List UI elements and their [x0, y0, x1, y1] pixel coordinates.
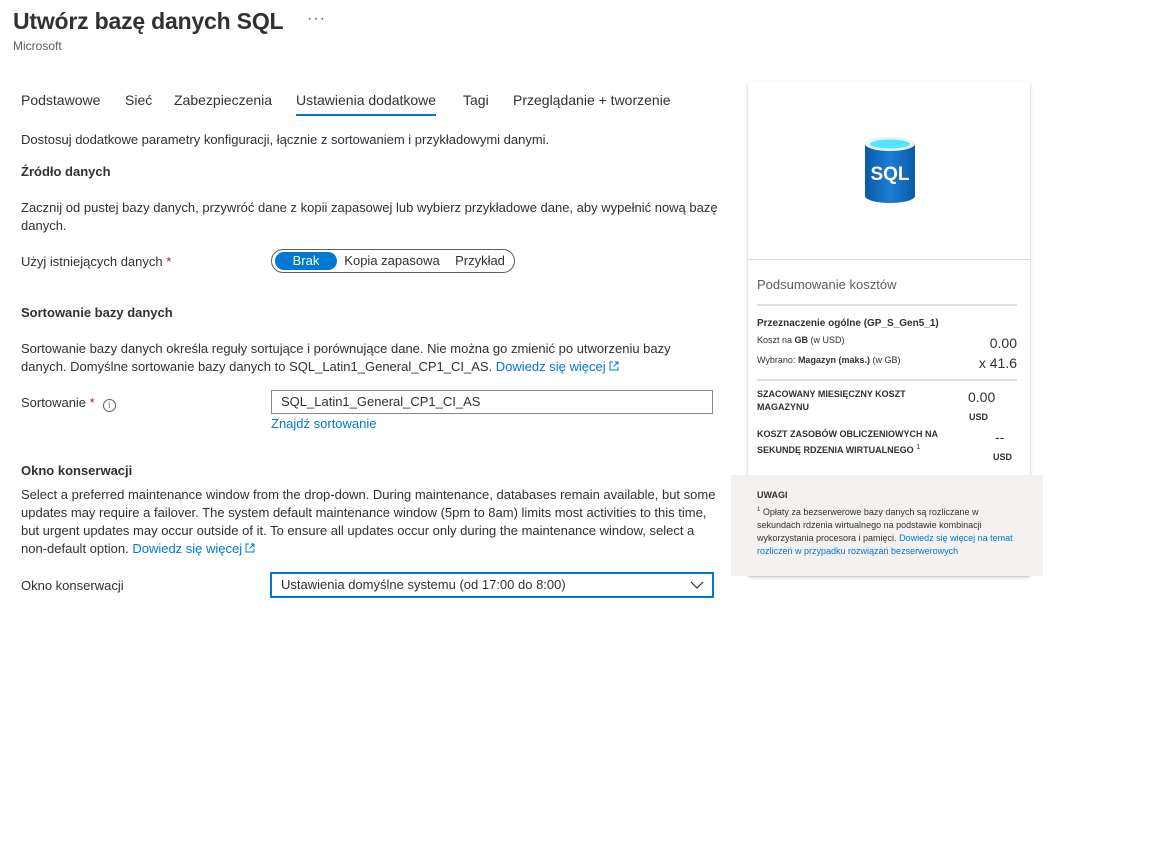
- sql-database-icon: SQL: [865, 137, 915, 203]
- selected-pre: Wybrano:: [757, 355, 798, 365]
- tab-networking[interactable]: Sieć: [125, 92, 152, 114]
- tab-security[interactable]: Zabezpieczenia: [174, 92, 272, 114]
- data-source-description: Zacznij od pustej bazy danych, przywróć …: [21, 200, 718, 233]
- panel-logo-area: SQL: [748, 82, 1030, 260]
- external-link-icon: [609, 361, 619, 371]
- compute-cost-label-text: KOSZT ZASOBÓW OBLICZENIOWYCH NA SEKUNDĘ …: [757, 429, 938, 455]
- cost-per-gb-pre: Koszt na: [757, 335, 795, 345]
- divider: [757, 379, 1017, 381]
- collation-description: Sortowanie bazy danych określa reguły so…: [21, 340, 701, 376]
- compute-footnote-mark: 1: [916, 444, 921, 451]
- tab-review-create[interactable]: Przeglądanie + tworzenie: [513, 92, 671, 114]
- maintenance-window-value: Ustawienia domyślne systemu (od 17:00 do…: [281, 577, 566, 592]
- existing-data-selector: Brak Kopia zapasowa Przykład: [271, 249, 515, 273]
- cost-per-gb-value: 0.00: [989, 335, 1017, 351]
- collation-input[interactable]: SQL_Latin1_General_CP1_CI_AS: [271, 390, 713, 414]
- required-mark: *: [89, 395, 95, 410]
- option-none[interactable]: Brak: [275, 252, 337, 270]
- compute-cost-label: KOSZT ZASOBÓW OBLICZENIOWYCH NA SEKUNDĘ …: [757, 428, 962, 457]
- cost-summary-title: Podsumowanie kosztów: [757, 277, 897, 292]
- tab-tags[interactable]: Tagi: [463, 92, 489, 114]
- collation-learn-more-link[interactable]: Dowiedz się więcej: [496, 359, 619, 374]
- cost-per-gb-post: (w USD): [808, 335, 845, 345]
- monthly-storage-cost-label: SZACOWANY MIESIĘCZNY KOSZT MAGAZYNU: [757, 389, 906, 412]
- required-mark: *: [166, 254, 172, 269]
- cost-per-gb-label: Koszt na GB (w USD): [757, 335, 845, 345]
- notes-section: UWAGI 1 Opłaty za bezserwerowe bazy dany…: [731, 475, 1043, 576]
- compute-cost-unit: USD: [993, 452, 1013, 462]
- page-subtitle: Microsoft: [13, 39, 62, 53]
- chevron-down-icon: [690, 581, 704, 589]
- use-existing-data-label: Użyj istniejących danych *: [21, 254, 171, 269]
- collation-label: Sortowanie * i: [21, 395, 116, 412]
- tab-basics[interactable]: Podstawowe: [21, 92, 100, 114]
- monthly-storage-cost-value: 0.00: [968, 389, 996, 405]
- maintenance-description-text: Select a preferred maintenance window fr…: [21, 487, 716, 556]
- option-sample[interactable]: Przykład: [449, 252, 511, 270]
- selected-post: (w GB): [869, 355, 901, 365]
- collation-heading: Sortowanie bazy danych: [21, 305, 173, 320]
- more-options-button[interactable]: ···: [307, 10, 326, 28]
- divider: [757, 304, 1017, 306]
- option-backup[interactable]: Kopia zapasowa: [342, 252, 442, 270]
- collation-learn-more-text: Dowiedz się więcej: [495, 359, 606, 374]
- maintenance-learn-more-text: Dowiedz się więcej: [132, 541, 243, 556]
- tab-additional-settings[interactable]: Ustawienia dodatkowe: [296, 92, 437, 116]
- data-source-heading: Źródło danych: [21, 164, 111, 179]
- maintenance-window-dropdown[interactable]: Ustawienia domyślne systemu (od 17:00 do…: [270, 572, 714, 598]
- selected-b: Magazyn (maks.): [797, 355, 870, 365]
- monthly-storage-cost-unit: USD: [969, 412, 989, 422]
- info-icon[interactable]: i: [102, 399, 116, 412]
- maintenance-window-label: Okno konserwacji: [21, 578, 124, 593]
- compute-cost-value: --: [995, 429, 1005, 445]
- external-link-icon: [245, 543, 255, 553]
- page-title: Utwórz bazę danych SQL: [13, 8, 284, 34]
- use-existing-data-label-text: Użyj istniejących danych: [21, 254, 163, 269]
- intro-text: Dostosuj dodatkowe parametry konfiguracj…: [21, 132, 550, 147]
- allocation-label: Przeznaczenie ogólne (GP_S_Gen5_1): [757, 318, 939, 329]
- maintenance-description: Select a preferred maintenance window fr…: [21, 486, 721, 558]
- sql-logo-text: SQL: [870, 164, 909, 185]
- maintenance-heading: Okno konserwacji: [21, 463, 133, 478]
- maintenance-learn-more-link[interactable]: Dowiedz się więcej: [132, 541, 255, 556]
- collation-label-text: Sortowanie: [21, 395, 87, 410]
- cost-summary-panel: SQL Podsumowanie kosztów Przeznaczenie o…: [731, 82, 1043, 576]
- selected-storage-value: x 41.6: [978, 355, 1017, 371]
- notes-title: UWAGI: [757, 490, 788, 500]
- notes-text: 1 Opłaty za bezserwerowe bazy danych są …: [757, 504, 1017, 558]
- selected-storage-label: Wybrano: Magazyn (maks.) (w GB): [757, 355, 900, 365]
- cost-per-gb-b: GB: [794, 335, 809, 345]
- find-collation-link[interactable]: Znajdź sortowanie: [271, 416, 377, 431]
